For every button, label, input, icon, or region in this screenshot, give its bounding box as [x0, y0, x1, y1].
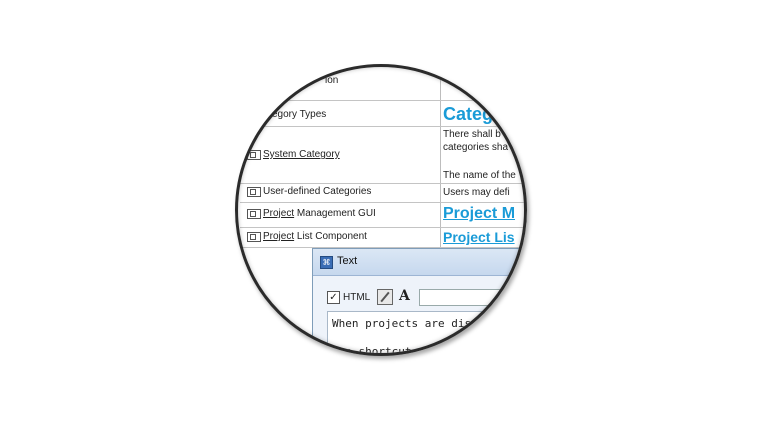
project-list-heading-link[interactable]: Project Lis [443, 229, 515, 245]
dialog-titlebar[interactable]: ⌘ Text [313, 249, 524, 276]
table-row-link[interactable]: System Category [263, 149, 340, 161]
text-editor-area[interactable]: When projects are displayed The shortcut… [327, 311, 524, 353]
table-row-label: User-defined Categories [263, 186, 372, 197]
row-label-rest: Management GUI [294, 208, 376, 219]
project-link[interactable]: Project [263, 231, 294, 242]
category-heading: Categ [443, 104, 494, 124]
magnifier-lens: ion egory Types System Category User-def… [238, 67, 524, 353]
row-divider [240, 202, 524, 203]
html-checkbox[interactable]: ✓ [327, 291, 340, 304]
magnified-content: ion egory Types System Category User-def… [238, 67, 524, 353]
column-divider [440, 67, 441, 250]
dialog-title: Text [337, 255, 358, 267]
chevron-down-icon [516, 295, 524, 300]
dialog-toolbar: ✓ HTML A [327, 288, 524, 307]
row-label-rest: List Component [294, 231, 367, 242]
description-line: Users may defi [443, 187, 510, 198]
element-icon [247, 150, 261, 160]
table-row-label: ion [325, 75, 339, 86]
table-row-label: Project Management GUI [263, 208, 376, 220]
editor-text-line: When projects are displayed [332, 317, 511, 330]
font-icon[interactable]: A [399, 288, 410, 304]
row-divider [240, 126, 524, 127]
edit-pen-icon[interactable] [377, 289, 393, 305]
table-row-label: Project List Component [263, 231, 367, 243]
element-icon [247, 187, 261, 197]
description-line: The name of the [443, 170, 516, 181]
description-line: There shall b [443, 129, 501, 140]
row-divider [240, 227, 524, 228]
system-category-link[interactable]: System Category [263, 149, 340, 160]
row-divider [240, 100, 524, 101]
element-icon [247, 232, 261, 242]
table-row-label: egory Types [272, 109, 327, 120]
element-icon [247, 209, 261, 219]
project-heading-link[interactable]: Project M [443, 205, 515, 223]
row-divider [240, 183, 524, 184]
editor-text-line: The shortcut men [332, 345, 438, 353]
project-link[interactable]: Project [263, 208, 294, 219]
html-checkbox-label: HTML [343, 292, 371, 303]
text-dialog: ⌘ Text ✓ HTML A When projects are displa… [312, 248, 524, 353]
font-select[interactable] [419, 289, 524, 306]
description-line: categories sha [443, 142, 509, 153]
dialog-app-icon: ⌘ [320, 256, 333, 269]
